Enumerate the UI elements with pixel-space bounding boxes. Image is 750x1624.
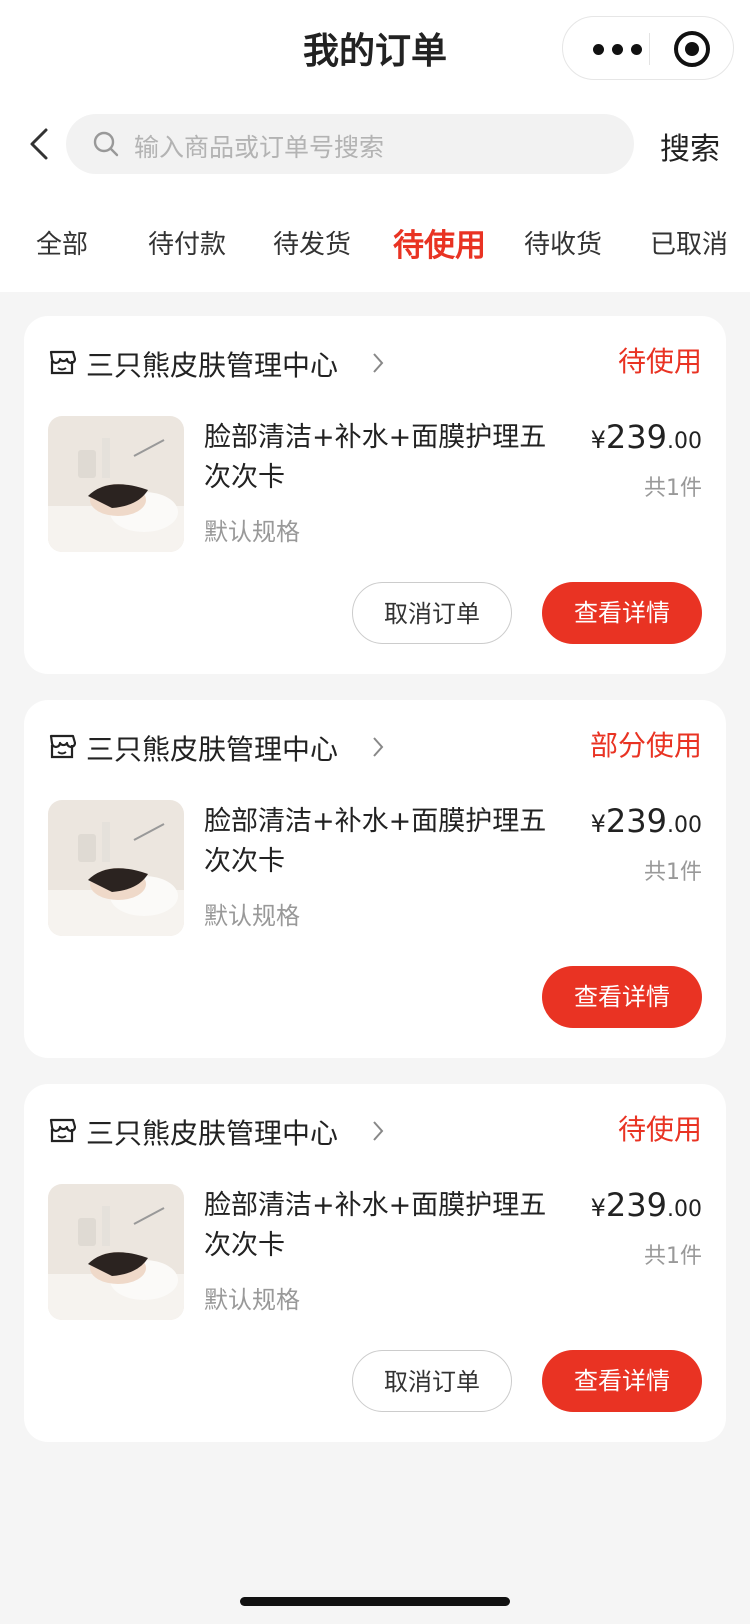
home-indicator[interactable]	[240, 1597, 510, 1606]
order-status: 部分使用	[589, 729, 702, 762]
target-close-icon[interactable]	[674, 31, 710, 67]
tab-pending-receipt[interactable]: 待收货	[524, 224, 602, 261]
price-decimal: .00	[667, 813, 702, 838]
tab-all[interactable]: 全部	[36, 224, 88, 261]
top-bar: 我的订单 输入商品或订单号搜索 搜索 全部 待付款 待发货 待使用 待收货 已取…	[0, 0, 750, 292]
product-quantity: 共1件	[644, 1244, 702, 1269]
shop-name: 三只熊皮肤管理中心	[86, 1117, 339, 1150]
store-icon	[49, 734, 76, 759]
shop-name: 三只熊皮肤管理中心	[86, 733, 339, 766]
product-quantity: 共1件	[644, 476, 702, 501]
search-placeholder: 输入商品或订单号搜索	[134, 133, 385, 162]
product-name[interactable]: 脸部清洁+补水+面膜护理五次次卡	[204, 1186, 554, 1266]
shop-name: 三只熊皮肤管理中心	[86, 349, 339, 382]
product-image[interactable]	[48, 416, 184, 552]
price-currency: ¥	[590, 426, 606, 454]
back-arrow-icon[interactable]	[26, 126, 54, 162]
order-tabs: 全部 待付款 待发货 待使用 待收货 已取消	[0, 220, 750, 270]
price-decimal: .00	[667, 429, 702, 454]
product-image[interactable]	[48, 1184, 184, 1320]
tab-pending-use[interactable]: 待使用	[393, 220, 486, 265]
product-name[interactable]: 脸部清洁+补水+面膜护理五次次卡	[204, 418, 554, 498]
price-currency: ¥	[590, 1194, 606, 1222]
capsule-divider	[649, 33, 650, 65]
cancel-order-button[interactable]: 取消订单	[352, 1350, 512, 1412]
order-card[interactable]: 三只熊皮肤管理中心 部分使用 脸部清洁+补水+面膜护理五次次卡 默认规格 ¥23…	[24, 700, 726, 1058]
order-card[interactable]: 三只熊皮肤管理中心 待使用 脸部清洁+补水+面膜护理五次次卡 默认规格 ¥239…	[24, 1084, 726, 1442]
price-decimal: .00	[667, 1197, 702, 1222]
order-status: 待使用	[617, 345, 702, 378]
price-integer: 239	[605, 418, 667, 456]
chevron-right-icon	[373, 353, 384, 373]
price-integer: 239	[605, 802, 667, 840]
store-icon	[49, 1118, 76, 1143]
product-price: ¥239.00	[591, 1186, 702, 1224]
view-details-button[interactable]: 查看详情	[542, 582, 702, 644]
product-quantity: 共1件	[644, 860, 702, 885]
mini-program-capsule	[562, 16, 734, 80]
view-details-button[interactable]: 查看详情	[542, 1350, 702, 1412]
product-name[interactable]: 脸部清洁+补水+面膜护理五次次卡	[204, 802, 554, 882]
product-price: ¥239.00	[591, 802, 702, 840]
cancel-order-button[interactable]: 取消订单	[352, 582, 512, 644]
search-button[interactable]: 搜索	[660, 124, 720, 168]
product-spec: 默认规格	[204, 902, 300, 930]
search-input[interactable]: 输入商品或订单号搜索	[66, 114, 634, 174]
product-image[interactable]	[48, 800, 184, 936]
product-price: ¥239.00	[591, 418, 702, 456]
search-icon	[93, 131, 119, 157]
tab-pending-shipment[interactable]: 待发货	[273, 224, 351, 261]
price-currency: ¥	[590, 810, 606, 838]
tab-cancelled[interactable]: 已取消	[650, 224, 728, 261]
price-integer: 239	[605, 1186, 667, 1224]
more-dots-icon[interactable]	[587, 39, 647, 59]
store-icon	[49, 350, 76, 375]
order-card[interactable]: 三只熊皮肤管理中心 待使用 脸部清洁+补水+面膜护理五次次卡 默认规格 ¥239…	[24, 316, 726, 674]
view-details-button[interactable]: 查看详情	[542, 966, 702, 1028]
product-spec: 默认规格	[204, 1286, 300, 1314]
tab-pending-payment[interactable]: 待付款	[148, 224, 226, 261]
chevron-right-icon	[373, 737, 384, 757]
order-status: 待使用	[617, 1113, 702, 1146]
product-spec: 默认规格	[204, 518, 300, 546]
chevron-right-icon	[373, 1121, 384, 1141]
